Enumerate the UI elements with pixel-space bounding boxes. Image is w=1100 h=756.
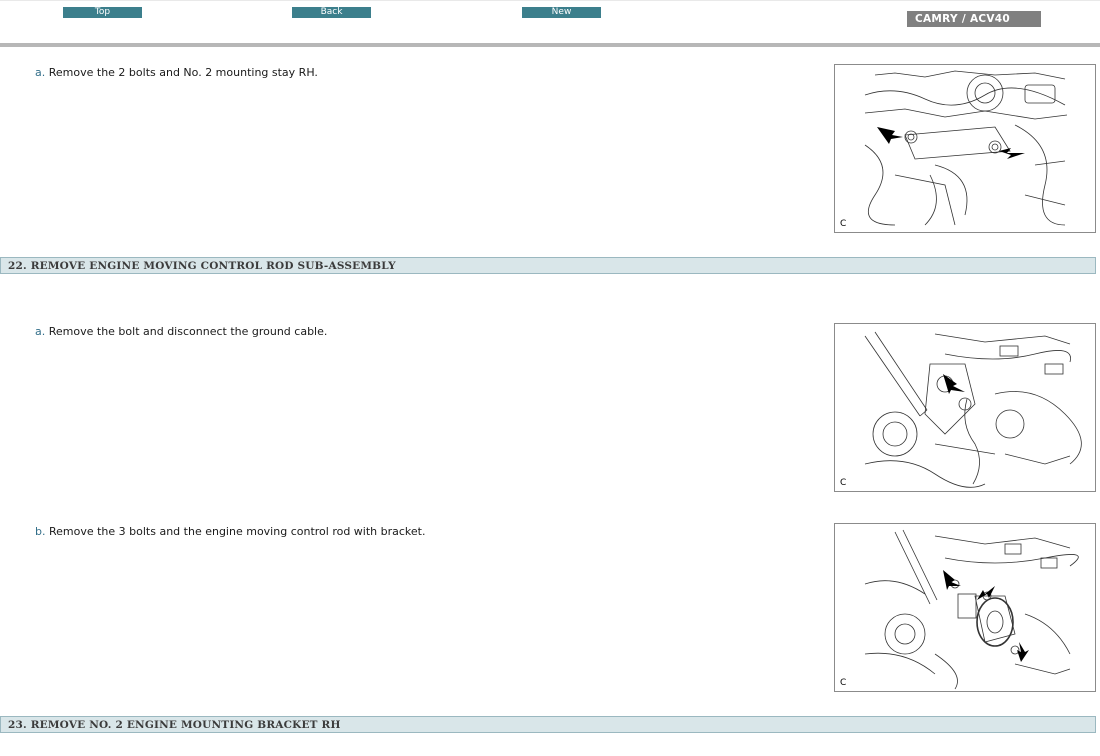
step-item: a. Remove the 2 bolts and No. 2 mounting… bbox=[35, 66, 318, 80]
new-button[interactable]: New bbox=[522, 7, 601, 18]
back-button[interactable]: Back bbox=[292, 7, 371, 18]
top-button[interactable]: Top bbox=[63, 7, 142, 18]
figure-label: C bbox=[840, 678, 847, 688]
section-header-23: 23. REMOVE NO. 2 ENGINE MOUNTING BRACKET… bbox=[0, 716, 1096, 733]
step-letter: b. bbox=[35, 525, 46, 538]
illustration-ground-cable[interactable]: C bbox=[834, 323, 1096, 492]
figure-label: C bbox=[840, 478, 847, 488]
engine-illustration-drawing bbox=[864, 70, 1068, 226]
illustration-stay-bolts[interactable]: C bbox=[834, 64, 1096, 233]
step-letter: a. bbox=[35, 325, 46, 338]
model-badge: CAMRY / ACV40 bbox=[907, 11, 1041, 27]
top-toolbar: Top Back New CAMRY / ACV40 bbox=[0, 0, 1100, 44]
engine-illustration-drawing bbox=[864, 331, 1082, 488]
figure-label: C bbox=[840, 219, 847, 229]
section-header-22: 22. REMOVE ENGINE MOVING CONTROL ROD SUB… bbox=[0, 257, 1096, 274]
step-text: Remove the 3 bolts and the engine moving… bbox=[48, 525, 426, 538]
step-item: a. Remove the bolt and disconnect the gr… bbox=[35, 325, 327, 339]
step-item: b. Remove the 3 bolts and the engine mov… bbox=[35, 525, 426, 539]
step-letter: a. bbox=[35, 66, 46, 79]
illustration-control-rod[interactable]: C bbox=[834, 523, 1096, 692]
step-text: Remove the 2 bolts and No. 2 mounting st… bbox=[48, 66, 318, 79]
step-text: Remove the bolt and disconnect the groun… bbox=[48, 325, 328, 338]
engine-illustration-drawing bbox=[864, 529, 1079, 690]
top-border bbox=[0, 0, 1100, 1]
header-divider bbox=[0, 43, 1100, 47]
